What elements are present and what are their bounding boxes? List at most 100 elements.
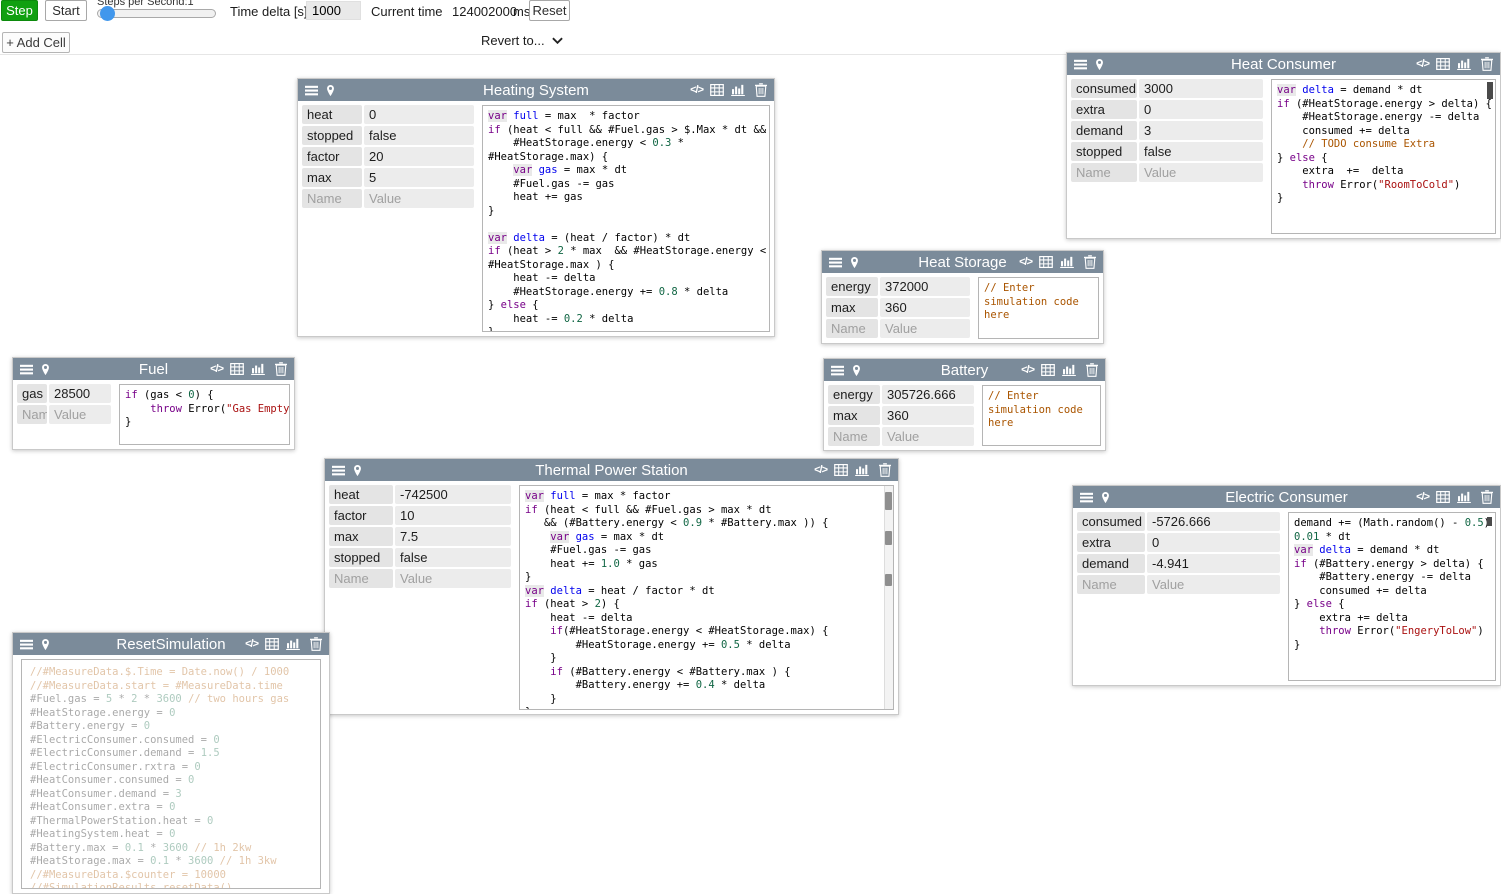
panel-header[interactable]: ResetSimulation </> bbox=[13, 633, 329, 655]
chart-view-icon[interactable] bbox=[1457, 58, 1471, 70]
property-name-cell[interactable]: gas bbox=[17, 384, 47, 403]
pin-icon[interactable] bbox=[1100, 491, 1111, 504]
chart-view-icon[interactable] bbox=[731, 84, 745, 96]
property-value-cell[interactable]: 28500 bbox=[49, 384, 111, 403]
menu-icon[interactable] bbox=[20, 363, 33, 376]
table-view-icon[interactable] bbox=[230, 363, 244, 375]
property-name-cell[interactable]: stopped bbox=[329, 548, 393, 567]
scrollbar-thumb[interactable] bbox=[1487, 517, 1492, 526]
property-name-cell[interactable]: demand bbox=[1077, 554, 1145, 573]
pin-icon[interactable] bbox=[325, 84, 336, 97]
property-name-cell[interactable]: factor bbox=[302, 147, 362, 166]
panel-header[interactable]: Electric Consumer </> bbox=[1073, 486, 1500, 508]
property-value-cell[interactable]: -4.941 bbox=[1147, 554, 1280, 573]
table-view-icon[interactable] bbox=[834, 464, 848, 476]
property-name-cell[interactable]: consumed bbox=[1071, 79, 1137, 98]
code-editor[interactable]: var full = max * factorif (heat < full &… bbox=[519, 485, 894, 710]
property-value-cell[interactable]: 360 bbox=[882, 406, 974, 425]
code-view-icon[interactable]: </> bbox=[210, 363, 223, 375]
code-editor[interactable]: // Entersimulation codehere bbox=[982, 385, 1101, 446]
property-name-cell[interactable]: Name bbox=[826, 319, 878, 338]
menu-icon[interactable] bbox=[1074, 58, 1087, 71]
property-value-cell[interactable]: 372000 bbox=[880, 277, 970, 296]
delete-icon[interactable] bbox=[879, 463, 891, 477]
property-value-cell[interactable]: Value bbox=[1147, 575, 1280, 594]
menu-icon[interactable] bbox=[1080, 491, 1093, 504]
property-value-cell[interactable]: 360 bbox=[880, 298, 970, 317]
panel-header[interactable]: Heat Consumer </> bbox=[1067, 53, 1500, 75]
menu-icon[interactable] bbox=[305, 84, 318, 97]
property-name-cell[interactable]: stopped bbox=[1071, 142, 1137, 161]
revert-to-dropdown[interactable]: Revert to... bbox=[481, 33, 563, 48]
code-view-icon[interactable]: </> bbox=[245, 638, 258, 650]
chart-view-icon[interactable] bbox=[1060, 256, 1074, 268]
chart-view-icon[interactable] bbox=[251, 363, 265, 375]
table-view-icon[interactable] bbox=[265, 638, 279, 650]
property-value-cell[interactable]: Value bbox=[882, 427, 974, 446]
panel-header[interactable]: Fuel </> bbox=[13, 358, 294, 380]
panel-header[interactable]: Thermal Power Station </> bbox=[325, 459, 898, 481]
property-name-cell[interactable]: max bbox=[329, 527, 393, 546]
property-name-cell[interactable]: Name bbox=[1071, 163, 1137, 182]
property-value-cell[interactable]: -742500 bbox=[395, 485, 511, 504]
table-view-icon[interactable] bbox=[1436, 58, 1450, 70]
menu-icon[interactable] bbox=[829, 256, 842, 269]
property-name-cell[interactable]: max bbox=[828, 406, 880, 425]
property-name-cell[interactable]: stopped bbox=[302, 126, 362, 145]
code-view-icon[interactable]: </> bbox=[1019, 256, 1032, 268]
property-name-cell[interactable]: Name bbox=[828, 427, 880, 446]
property-name-cell[interactable]: Name bbox=[302, 189, 362, 208]
step-button[interactable]: Step bbox=[1, 0, 38, 21]
property-value-cell[interactable]: -5726.666 bbox=[1147, 512, 1280, 531]
menu-icon[interactable] bbox=[332, 464, 345, 477]
chart-view-icon[interactable] bbox=[286, 638, 300, 650]
property-name-cell[interactable]: factor bbox=[329, 506, 393, 525]
scrollbar-track[interactable] bbox=[884, 486, 893, 709]
property-value-cell[interactable]: 3000 bbox=[1139, 79, 1263, 98]
property-value-cell[interactable]: false bbox=[364, 126, 474, 145]
panel-header[interactable]: Battery </> bbox=[824, 359, 1105, 381]
pin-icon[interactable] bbox=[849, 256, 860, 269]
property-name-cell[interactable]: energy bbox=[828, 385, 880, 404]
property-value-cell[interactable]: 0 bbox=[1139, 100, 1263, 119]
pin-icon[interactable] bbox=[352, 464, 363, 477]
property-name-cell[interactable]: max bbox=[302, 168, 362, 187]
property-value-cell[interactable]: false bbox=[395, 548, 511, 567]
code-view-icon[interactable]: </> bbox=[1416, 491, 1429, 503]
property-name-cell[interactable]: Name bbox=[329, 569, 393, 588]
time-delta-input[interactable] bbox=[306, 1, 361, 20]
panel-header[interactable]: Heat Storage </> bbox=[822, 251, 1103, 273]
delete-icon[interactable] bbox=[1086, 363, 1098, 377]
property-name-cell[interactable]: demand bbox=[1071, 121, 1137, 140]
code-editor[interactable]: demand += (Math.random() - 0.5) *0.01 * … bbox=[1288, 512, 1496, 681]
chart-view-icon[interactable] bbox=[1062, 364, 1076, 376]
code-view-icon[interactable]: </> bbox=[1416, 58, 1429, 70]
property-value-cell[interactable]: 3 bbox=[1139, 121, 1263, 140]
menu-icon[interactable] bbox=[20, 638, 33, 651]
property-value-cell[interactable]: Value bbox=[880, 319, 970, 338]
slider-thumb[interactable] bbox=[100, 6, 115, 21]
pin-icon[interactable] bbox=[40, 363, 51, 376]
code-editor[interactable]: if (gas < 0) { throw Error("Gas Empty")} bbox=[119, 384, 290, 445]
property-value-cell[interactable]: Value bbox=[395, 569, 511, 588]
property-name-cell[interactable]: consumed bbox=[1077, 512, 1145, 531]
property-value-cell[interactable]: 5 bbox=[364, 168, 474, 187]
property-name-cell[interactable]: extra bbox=[1077, 533, 1145, 552]
delete-icon[interactable] bbox=[1084, 255, 1096, 269]
table-view-icon[interactable] bbox=[1436, 491, 1450, 503]
scrollbar-thumb[interactable] bbox=[885, 492, 892, 510]
code-view-icon[interactable]: </> bbox=[814, 464, 827, 476]
chart-view-icon[interactable] bbox=[855, 464, 869, 476]
delete-icon[interactable] bbox=[755, 83, 767, 97]
property-name-cell[interactable]: heat bbox=[329, 485, 393, 504]
scrollbar-thumb[interactable] bbox=[1487, 82, 1493, 99]
table-view-icon[interactable] bbox=[1041, 364, 1055, 376]
code-editor[interactable]: var full = max * factorif (heat < full &… bbox=[482, 105, 770, 332]
delete-icon[interactable] bbox=[1481, 490, 1493, 504]
add-cell-button[interactable]: + Add Cell bbox=[2, 32, 70, 53]
property-value-cell[interactable]: 0 bbox=[1147, 533, 1280, 552]
code-editor[interactable]: //#MeasureData.$.Time = Date.now() / 100… bbox=[21, 659, 321, 889]
start-button[interactable]: Start bbox=[45, 0, 87, 21]
property-value-cell[interactable]: 305726.666 bbox=[882, 385, 974, 404]
property-value-cell[interactable]: false bbox=[1139, 142, 1263, 161]
